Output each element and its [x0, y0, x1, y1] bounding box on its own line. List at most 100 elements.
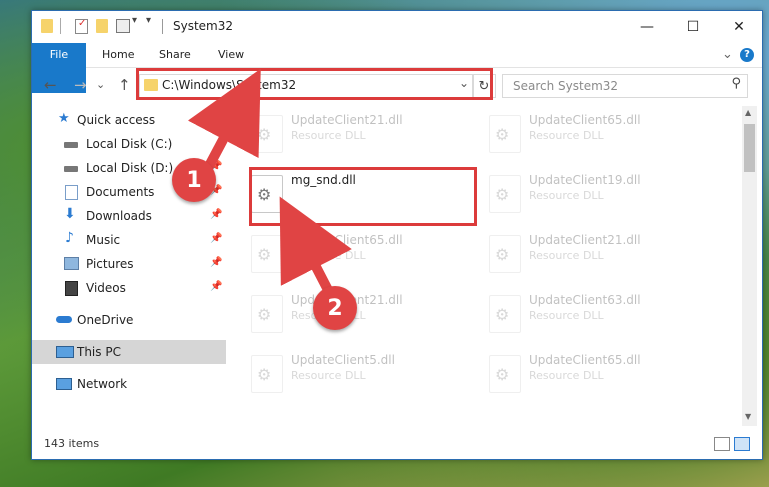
title-bar: ✓ ▾ ▾ System32 — ☐ ✕ — [32, 11, 762, 43]
sidebar-item-pictures[interactable]: Pictures 📌 — [32, 252, 226, 276]
file-type: Resource DLL — [291, 369, 366, 382]
details-view-icon[interactable] — [714, 437, 730, 451]
sidebar-item-this-pc[interactable]: This PC — [32, 340, 226, 364]
step-2-badge: 2 — [313, 286, 357, 330]
help-icon[interactable]: ? — [740, 48, 754, 62]
file-item[interactable]: ⚙ UpdateClient65.dll Resource DLL — [251, 230, 481, 280]
address-bar-highlight — [136, 68, 493, 100]
dll-file-icon: ⚙ — [251, 295, 283, 333]
scroll-up-icon[interactable]: ▲ — [745, 108, 751, 117]
file-name: UpdateClient5.dll — [291, 353, 395, 367]
dll-file-icon: ⚙ — [489, 235, 521, 273]
file-list: ⚙ UpdateClient21.dll Resource DLL ⚙ Upda… — [237, 106, 742, 426]
file-name: UpdateClient19.dll — [529, 173, 641, 187]
ribbon-collapse-icon[interactable]: ⌄ — [722, 43, 733, 67]
onedrive-icon — [56, 316, 72, 323]
window-title: System32 — [173, 19, 234, 33]
vertical-scrollbar[interactable]: ▲ ▼ — [742, 106, 757, 426]
sidebar-item-label: Documents — [86, 185, 155, 199]
sidebar-item-videos[interactable]: Videos 📌 — [32, 276, 226, 300]
dll-file-icon: ⚙ — [489, 115, 521, 153]
minimize-button[interactable]: — — [624, 11, 670, 43]
dll-file-icon: ⚙ — [489, 355, 521, 393]
file-item[interactable]: ⚙ UpdateClient21.dll Resource DLL — [489, 230, 719, 280]
dll-file-icon: ⚙ — [489, 175, 521, 213]
search-input[interactable]: Search System32 — [513, 79, 618, 93]
star-icon: ★ — [58, 111, 70, 126]
tab-view[interactable]: View — [218, 43, 244, 67]
dll-file-icon: ⚙ — [251, 355, 283, 393]
close-button[interactable]: ✕ — [716, 11, 762, 43]
back-button[interactable]: ← — [44, 76, 57, 94]
file-name: UpdateClient63.dll — [529, 293, 641, 307]
sidebar-item-label: Videos — [86, 281, 126, 295]
videos-icon — [65, 281, 78, 296]
sidebar-item-network[interactable]: Network — [32, 372, 226, 396]
file-type: Resource DLL — [529, 369, 604, 382]
sidebar-item-label: Quick access — [77, 113, 156, 127]
file-type: Resource DLL — [529, 309, 604, 322]
scrollbar-thumb[interactable] — [744, 124, 755, 172]
drive-icon — [64, 142, 78, 148]
navigation-pane: ★ Quick access Local Disk (C:) Local Dis… — [32, 106, 226, 426]
new-folder-icon[interactable] — [96, 19, 108, 33]
sidebar-item-downloads[interactable]: ⬇ Downloads 📌 — [32, 204, 226, 228]
pin-icon[interactable]: 📌 — [210, 233, 222, 244]
file-name: UpdateClient65.dll — [529, 353, 641, 367]
sidebar-item-label: This PC — [77, 345, 121, 359]
sidebar-item-label: Downloads — [86, 209, 152, 223]
pin-icon[interactable]: 📌 — [210, 257, 222, 268]
file-name: UpdateClient65.dll — [529, 113, 641, 127]
file-item[interactable]: ⚙ UpdateClient63.dll Resource DLL — [489, 290, 719, 340]
file-item[interactable]: ⚙ UpdateClient65.dll Resource DLL — [489, 110, 719, 160]
step-1-badge: 1 — [172, 158, 216, 202]
sidebar-item-quick-access[interactable]: ★ Quick access — [32, 108, 226, 132]
dll-file-icon: ⚙ — [251, 235, 283, 273]
file-type: Resource DLL — [529, 129, 604, 142]
sidebar-item-label: Local Disk (D:) — [86, 161, 174, 175]
file-type: Resource DLL — [291, 129, 366, 142]
search-icon[interactable]: ⚲ — [731, 76, 741, 91]
sidebar-item-label: Music — [86, 233, 121, 247]
sidebar-item-label: Local Disk (C:) — [86, 137, 173, 151]
pictures-icon — [64, 257, 79, 270]
up-button[interactable]: ↑ — [118, 76, 131, 94]
search-box[interactable]: Search System32 ⚲ — [502, 74, 748, 98]
quick-access-menu-icon[interactable]: ▾ — [146, 15, 151, 33]
pc-icon — [56, 346, 74, 358]
file-item[interactable]: ⚙ UpdateClient19.dll Resource DLL — [489, 170, 719, 220]
file-item[interactable]: ⚙ UpdateClient21.dll Resource DLL — [251, 110, 481, 160]
file-item[interactable]: ⚙ UpdateClient5.dll Resource DLL — [251, 350, 481, 400]
file-item[interactable]: ⚙ UpdateClient21.dll Resource DLL — [251, 290, 481, 340]
recent-locations-button[interactable]: ⌄ — [96, 78, 105, 91]
drive-icon — [64, 166, 78, 172]
dll-file-icon: ⚙ — [489, 295, 521, 333]
sidebar-item-label: Pictures — [86, 257, 134, 271]
sidebar-item-music[interactable]: ♪ Music 📌 — [32, 228, 226, 252]
pin-icon[interactable]: 📌 — [210, 281, 222, 292]
file-type: Resource DLL — [291, 249, 366, 262]
file-item[interactable]: ⚙ UpdateClient65.dll Resource DLL — [489, 350, 719, 400]
sidebar-item-local-disk-c[interactable]: Local Disk (C:) — [32, 132, 226, 156]
chevron-down-icon[interactable]: ▾ — [132, 15, 137, 33]
tab-share[interactable]: Share — [159, 43, 191, 67]
properties-icon[interactable]: ✓ — [75, 18, 88, 34]
pin-icon[interactable]: 📌 — [210, 209, 222, 220]
sidebar-item-onedrive[interactable]: OneDrive — [32, 308, 226, 332]
documents-icon — [65, 185, 78, 200]
toolbar-divider — [60, 18, 61, 34]
dll-file-icon: ⚙ — [251, 115, 283, 153]
folder-icon[interactable] — [41, 19, 53, 33]
file-type: Resource DLL — [529, 249, 604, 262]
file-highlight — [249, 167, 477, 226]
maximize-button[interactable]: ☐ — [670, 11, 716, 43]
file-type: Resource DLL — [529, 189, 604, 202]
ribbon: File Home Share View ⌄ ? — [32, 43, 762, 93]
tab-home[interactable]: Home — [102, 43, 134, 67]
music-icon: ♪ — [65, 230, 74, 246]
large-icons-view-icon[interactable] — [734, 437, 750, 451]
forward-button[interactable]: → — [74, 76, 87, 94]
customize-icon[interactable] — [116, 19, 130, 33]
scroll-down-icon[interactable]: ▼ — [745, 412, 751, 421]
file-name: UpdateClient21.dll — [291, 113, 403, 127]
